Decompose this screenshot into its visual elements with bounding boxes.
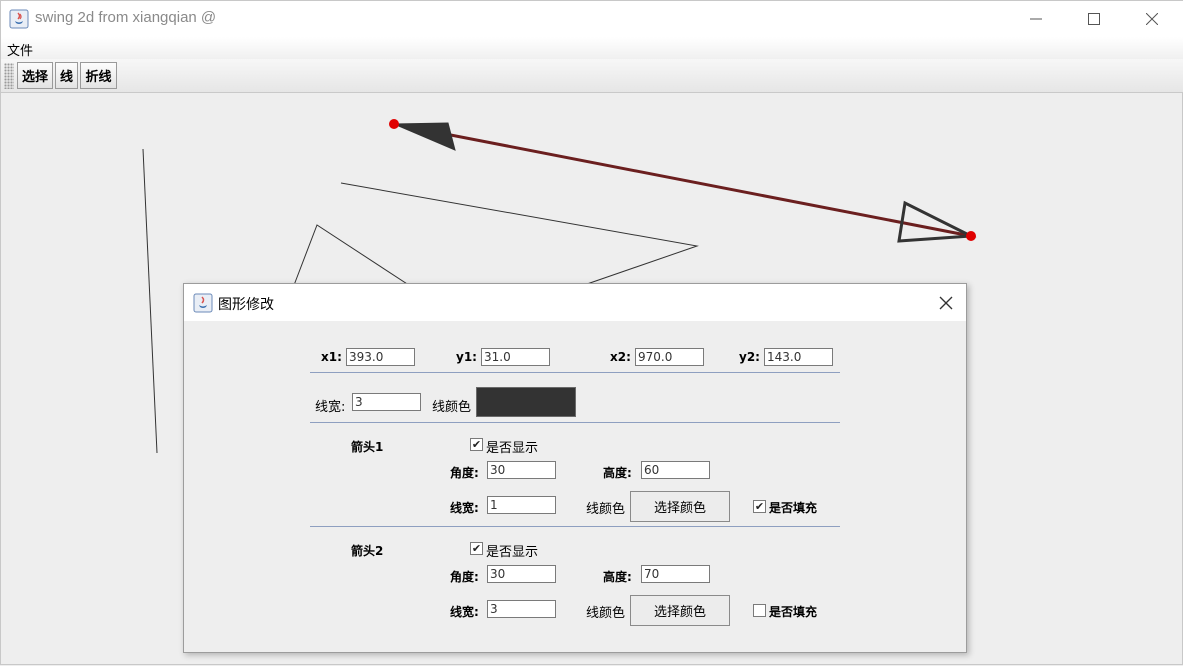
arrow1-section-title: 箭头1 — [351, 440, 384, 454]
maximize-icon — [1088, 13, 1100, 25]
dialog-title-bar[interactable]: 图形修改 — [184, 284, 966, 321]
y2-field[interactable] — [764, 348, 833, 366]
arrow-head-1 — [393, 122, 456, 151]
arrow2-angle-field[interactable] — [487, 565, 556, 583]
title-bar[interactable]: swing 2d from xiangqian @ — [1, 1, 1183, 37]
arrow1-width-field[interactable] — [487, 496, 556, 514]
select-tool-button[interactable]: 选择 — [17, 62, 53, 89]
selected-arrow-line[interactable] — [393, 122, 972, 238]
arrow1-choose-color-button[interactable]: 选择颜色 — [630, 491, 730, 522]
separator — [310, 422, 840, 423]
window-title: swing 2d from xiangqian @ — [35, 9, 217, 26]
arrow1-height-label: 高度: — [603, 466, 632, 480]
arrow2-angle-label: 角度: — [450, 570, 479, 584]
main-window: swing 2d from xiangqian @ 文件 选择 线 折线 图形修… — [0, 0, 1183, 665]
close-icon[interactable] — [936, 293, 956, 313]
x1-field[interactable] — [346, 348, 415, 366]
line-width-label: 线宽: — [315, 400, 346, 415]
arrow1-show-checkbox[interactable]: ✔ — [470, 438, 483, 451]
y2-label: y2: — [739, 350, 760, 364]
separator — [310, 372, 840, 373]
y1-label: y1: — [456, 350, 477, 364]
y1-field[interactable] — [481, 348, 550, 366]
endpoint-handle-end[interactable] — [966, 231, 976, 241]
arrow2-width-label: 线宽: — [450, 605, 479, 619]
arrow1-fill-label: 是否填充 — [769, 501, 818, 515]
close-icon — [1146, 13, 1158, 25]
arrow2-height-field[interactable] — [641, 565, 710, 583]
separator — [310, 526, 840, 527]
arrow2-fill-label: 是否填充 — [769, 605, 818, 619]
arrow2-section-title: 箭头2 — [351, 544, 384, 558]
x2-label: x2: — [610, 350, 631, 364]
menu-bar: 文件 — [1, 37, 1183, 59]
arrow1-color-label: 线颜色 — [586, 502, 626, 517]
arrow1-angle-label: 角度: — [450, 466, 479, 480]
endpoint-handle-start[interactable] — [389, 119, 399, 129]
line-width-field[interactable] — [352, 393, 421, 411]
menu-file[interactable]: 文件 — [7, 40, 33, 59]
arrow-head-2 — [897, 200, 977, 243]
line-color-label: 线颜色 — [432, 400, 472, 415]
arrow2-fill-checkbox[interactable] — [753, 604, 766, 617]
vertical-line-shape[interactable] — [142, 148, 158, 454]
arrow2-choose-color-button[interactable]: 选择颜色 — [630, 595, 730, 626]
minimize-button[interactable] — [1007, 1, 1065, 37]
arrow1-angle-field[interactable] — [487, 461, 556, 479]
arrow1-height-field[interactable] — [641, 461, 710, 479]
line-color-swatch[interactable] — [476, 387, 576, 417]
polyline-tool-button[interactable]: 折线 — [80, 62, 117, 89]
java-app-icon — [9, 9, 29, 29]
arrow2-show-label: 是否显示 — [486, 545, 539, 560]
arrow2-show-checkbox[interactable]: ✔ — [470, 542, 483, 555]
arrow2-width-field[interactable] — [487, 600, 556, 618]
line-tool-button[interactable]: 线 — [55, 62, 78, 89]
arrow1-fill-checkbox[interactable]: ✔ — [753, 500, 766, 513]
arrow1-show-label: 是否显示 — [486, 441, 539, 456]
close-window-button[interactable] — [1123, 1, 1181, 37]
arrow2-color-label: 线颜色 — [586, 606, 626, 621]
toolbar: 选择 线 折线 — [1, 59, 1183, 93]
minimize-icon — [1030, 18, 1042, 20]
x1-label: x1: — [321, 350, 342, 364]
polyline-shape[interactable] — [340, 182, 699, 294]
dialog-title: 图形修改 — [218, 297, 274, 313]
x2-field[interactable] — [635, 348, 704, 366]
arrow1-width-label: 线宽: — [450, 501, 479, 515]
java-app-icon — [193, 293, 213, 313]
maximize-button[interactable] — [1065, 1, 1123, 37]
shape-edit-dialog: 图形修改 x1: y1: x2: y2: 线宽: 线颜色 箭头1 ✔ 是否显示 … — [183, 283, 967, 653]
toolbar-grip-handle[interactable] — [4, 63, 14, 89]
arrow2-height-label: 高度: — [603, 570, 632, 584]
